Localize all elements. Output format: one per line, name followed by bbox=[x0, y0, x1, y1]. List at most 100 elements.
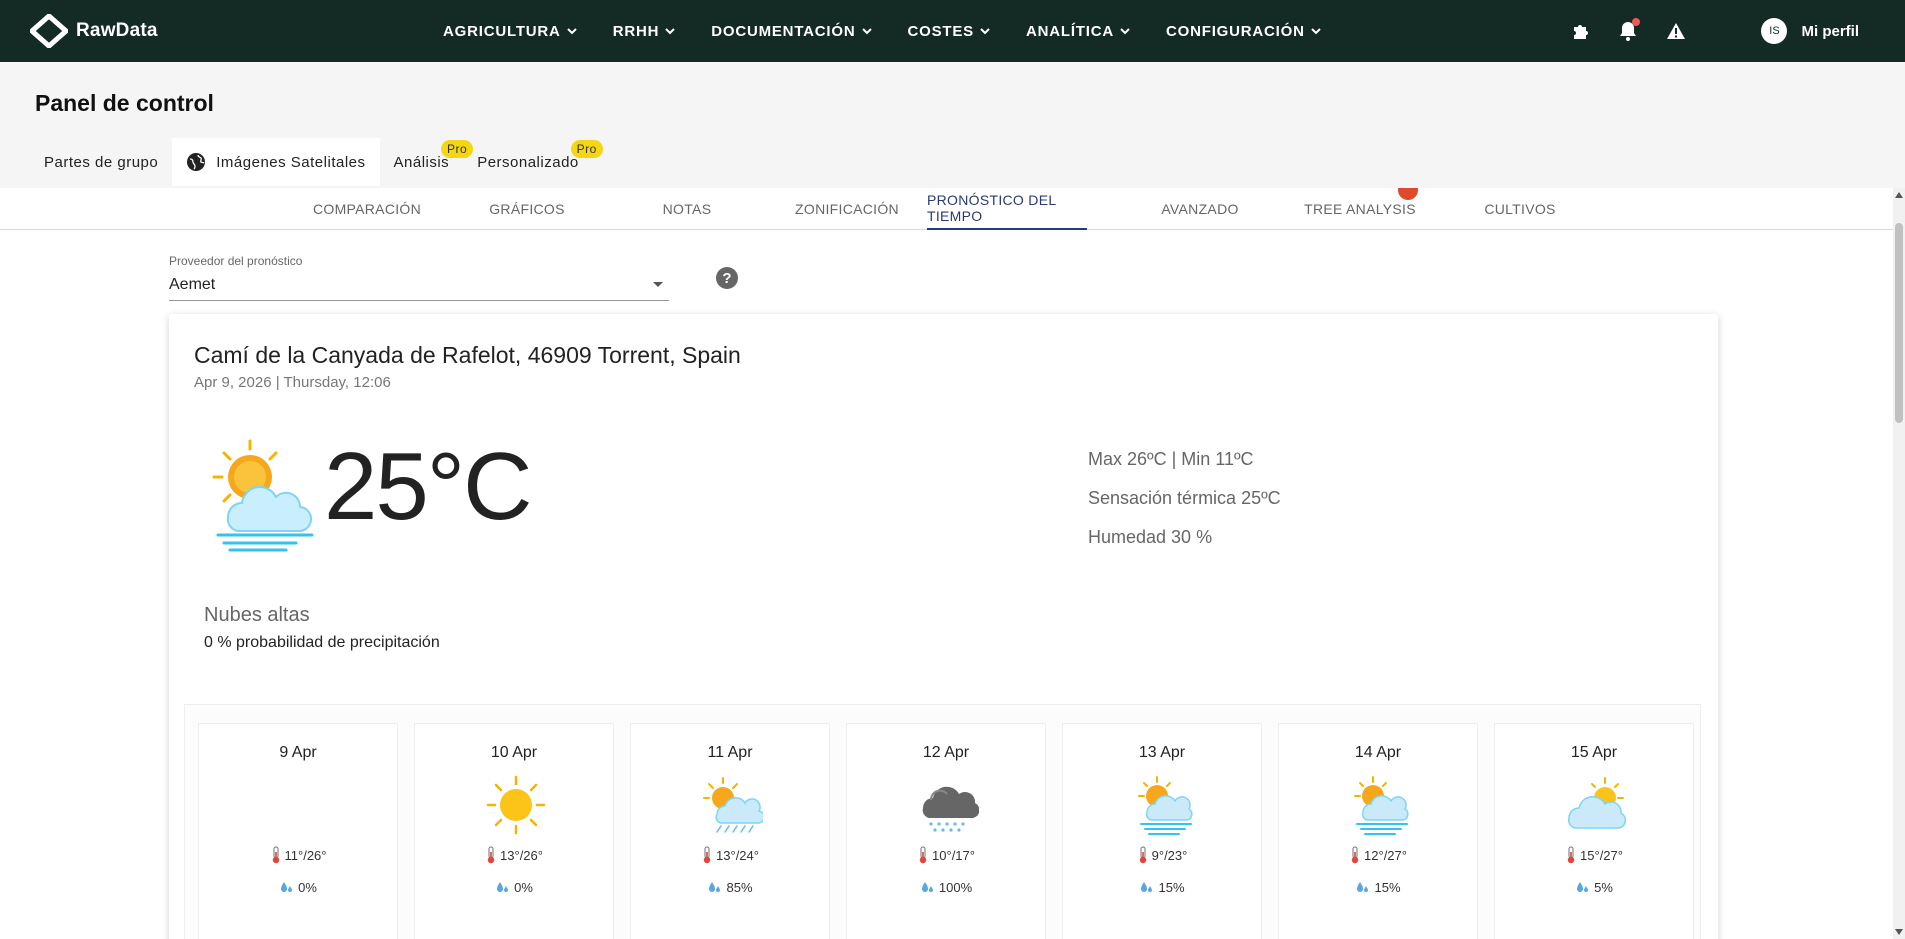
forecast-day[interactable]: 13 Apr 9°/23° 15% bbox=[1062, 723, 1262, 939]
scrollbar[interactable] bbox=[1893, 188, 1905, 939]
help-icon[interactable]: ? bbox=[716, 267, 738, 289]
forecast-temp-value: 10°/17° bbox=[932, 847, 975, 863]
weather-card: Camí de la Canyada de Rafelot, 46909 Tor… bbox=[169, 314, 1718, 939]
chevron-down-icon bbox=[665, 28, 675, 35]
sun-icon bbox=[486, 775, 546, 835]
forecast-temp: 15°/27° bbox=[1495, 846, 1693, 864]
bell-icon[interactable] bbox=[1615, 18, 1641, 44]
weather-condition: Nubes altas bbox=[204, 604, 310, 626]
forecast-temp: 9°/23° bbox=[1063, 846, 1261, 864]
tab-label: Personalizado bbox=[477, 153, 579, 171]
scroll-up-arrow-icon[interactable] bbox=[1895, 192, 1903, 198]
chevron-down-icon bbox=[980, 28, 990, 35]
subtab-notas[interactable]: NOTAS bbox=[607, 188, 767, 230]
forecast-day[interactable]: 11 Apr 13°/24° 85% bbox=[630, 723, 830, 939]
provider-value: Aemet bbox=[169, 275, 216, 293]
subtab-cultivos[interactable]: CULTIVOS bbox=[1440, 188, 1600, 230]
brand-name: RawData bbox=[76, 20, 158, 41]
rawdata-logo-icon bbox=[30, 14, 68, 48]
subtab-graficos[interactable]: GRÁFICOS bbox=[447, 188, 607, 230]
main-content: COMPARACIÓN GRÁFICOS NOTAS ZONIFICACIÓN … bbox=[0, 188, 1893, 939]
tab-imagenes-satelitales[interactable]: Imágenes Satelitales bbox=[172, 138, 380, 186]
tab-personalizado[interactable]: Personalizado Pro bbox=[463, 138, 603, 186]
pro-badge: Pro bbox=[570, 140, 603, 158]
thermometer-icon bbox=[1567, 846, 1575, 864]
chevron-down-icon bbox=[861, 28, 872, 35]
forecast-temp: 11°/26° bbox=[199, 846, 397, 864]
sun-cloud-fog-icon bbox=[212, 439, 314, 552]
avatar[interactable]: IS bbox=[1761, 18, 1788, 44]
forecast-day[interactable]: 15 Apr 15°/27° 5% bbox=[1494, 723, 1694, 939]
forecast-temp-value: 12°/27° bbox=[1364, 847, 1407, 863]
caret-down-icon bbox=[653, 282, 663, 287]
partly-cloudy-icon bbox=[1567, 777, 1627, 829]
chevron-down-icon bbox=[1311, 28, 1321, 35]
location-address: Camí de la Canyada de Rafelot, 46909 Tor… bbox=[194, 342, 741, 368]
tab-label: Imágenes Satelitales bbox=[216, 153, 366, 171]
forecast-date: 12 Apr bbox=[922, 744, 970, 761]
raindrops-icon bbox=[497, 882, 509, 892]
forecast-rain-value: 5% bbox=[1594, 879, 1613, 895]
dark-cloud-rain-icon bbox=[922, 786, 979, 832]
provider-select[interactable]: Aemet bbox=[169, 269, 669, 301]
forecast-day[interactable]: 9 Apr 11°/26° 0% bbox=[198, 723, 398, 939]
menu-costes[interactable]: COSTES bbox=[908, 23, 990, 40]
top-navbar: RawData AGRICULTURA RRHH DOCUMENTACIÓN C… bbox=[0, 0, 1905, 62]
forecast-day[interactable]: 14 Apr 12°/27° 15% bbox=[1278, 723, 1478, 939]
menu-documentacion[interactable]: DOCUMENTACIÓN bbox=[711, 23, 872, 40]
warning-icon[interactable] bbox=[1663, 18, 1689, 44]
forecast-rain-value: 15% bbox=[1374, 879, 1401, 895]
menu-analitica[interactable]: ANALÍTICA bbox=[1026, 23, 1130, 40]
thermometer-icon bbox=[1351, 846, 1359, 864]
weather-stats: Max 26ºC | Min 11ºC Sensación térmica 25… bbox=[1088, 449, 1281, 566]
provider-label: Proveedor del pronóstico bbox=[169, 254, 303, 268]
scroll-down-arrow-icon[interactable] bbox=[1895, 929, 1903, 935]
profile-link[interactable]: Mi perfil bbox=[1801, 23, 1859, 40]
menu-label: AGRICULTURA bbox=[443, 22, 561, 40]
forecast-date: 9 Apr bbox=[279, 744, 317, 761]
forecast-rain-value: 0% bbox=[298, 879, 317, 895]
chevron-down-icon bbox=[566, 28, 577, 35]
tab-analisis[interactable]: Análisis Pro bbox=[380, 138, 474, 186]
menu-rrhh[interactable]: RRHH bbox=[613, 23, 676, 40]
nav-right: IS Mi perfil bbox=[1567, 0, 1905, 62]
forecast-day[interactable]: 10 Apr 13°/26° 0% bbox=[414, 723, 614, 939]
forecast-rain-value: 100% bbox=[938, 879, 973, 895]
puzzle-icon[interactable] bbox=[1567, 18, 1593, 44]
forecast-rain: 15% bbox=[1279, 879, 1477, 895]
raindrops-icon bbox=[921, 882, 933, 892]
subtab-comparacion[interactable]: COMPARACIÓN bbox=[287, 188, 447, 230]
forecast-rain: 0% bbox=[415, 879, 613, 895]
menu-label: CONFIGURACIÓN bbox=[1166, 22, 1305, 40]
subtab-pronostico-del-tiempo[interactable]: PRONÓSTICO DEL TIEMPO bbox=[927, 188, 1087, 230]
current-datetime: Apr 9, 2026 | Thursday, 12:06 bbox=[194, 374, 391, 391]
thermometer-icon bbox=[272, 846, 279, 864]
tab-partes-de-grupo[interactable]: Partes de grupo bbox=[30, 138, 172, 186]
sun-cloud-fog-icon bbox=[1354, 776, 1409, 835]
menu-configuracion[interactable]: CONFIGURACIÓN bbox=[1166, 23, 1321, 40]
notification-dot bbox=[1632, 18, 1641, 26]
subtab-zonificacion[interactable]: ZONIFICACIÓN bbox=[767, 188, 927, 230]
raindrops-icon bbox=[281, 882, 293, 892]
forecast-rain-value: 15% bbox=[1158, 879, 1185, 895]
menu-agricultura[interactable]: AGRICULTURA bbox=[443, 23, 577, 40]
scroll-thumb[interactable] bbox=[1895, 223, 1903, 423]
humidity: Humedad 30 % bbox=[1088, 527, 1213, 547]
raindrops-icon bbox=[1577, 882, 1589, 892]
primary-tabs: Partes de grupo Imágenes Satelitales Aná… bbox=[30, 138, 603, 186]
globe-icon bbox=[187, 153, 206, 171]
tab-label: Partes de grupo bbox=[44, 153, 159, 171]
thermometer-icon bbox=[1139, 846, 1146, 864]
forecast-day[interactable]: 12 Apr 10°/17° 100% bbox=[846, 723, 1046, 939]
current-temperature: 25°C bbox=[324, 433, 532, 540]
subtab-avanzado[interactable]: AVANZADO bbox=[1120, 188, 1280, 230]
tab-label: Análisis bbox=[393, 153, 450, 171]
thermometer-icon bbox=[919, 846, 927, 864]
thermometer-icon bbox=[703, 846, 711, 864]
brand[interactable]: RawData bbox=[30, 14, 158, 48]
forecast-temp-value: 13°/26° bbox=[500, 847, 543, 863]
raindrops-icon bbox=[709, 882, 721, 892]
forecast-rain-value: 0% bbox=[514, 879, 533, 895]
forecast-temp: 10°/17° bbox=[847, 846, 1045, 864]
sub-tabs: COMPARACIÓN GRÁFICOS NOTAS ZONIFICACIÓN … bbox=[0, 188, 1893, 230]
